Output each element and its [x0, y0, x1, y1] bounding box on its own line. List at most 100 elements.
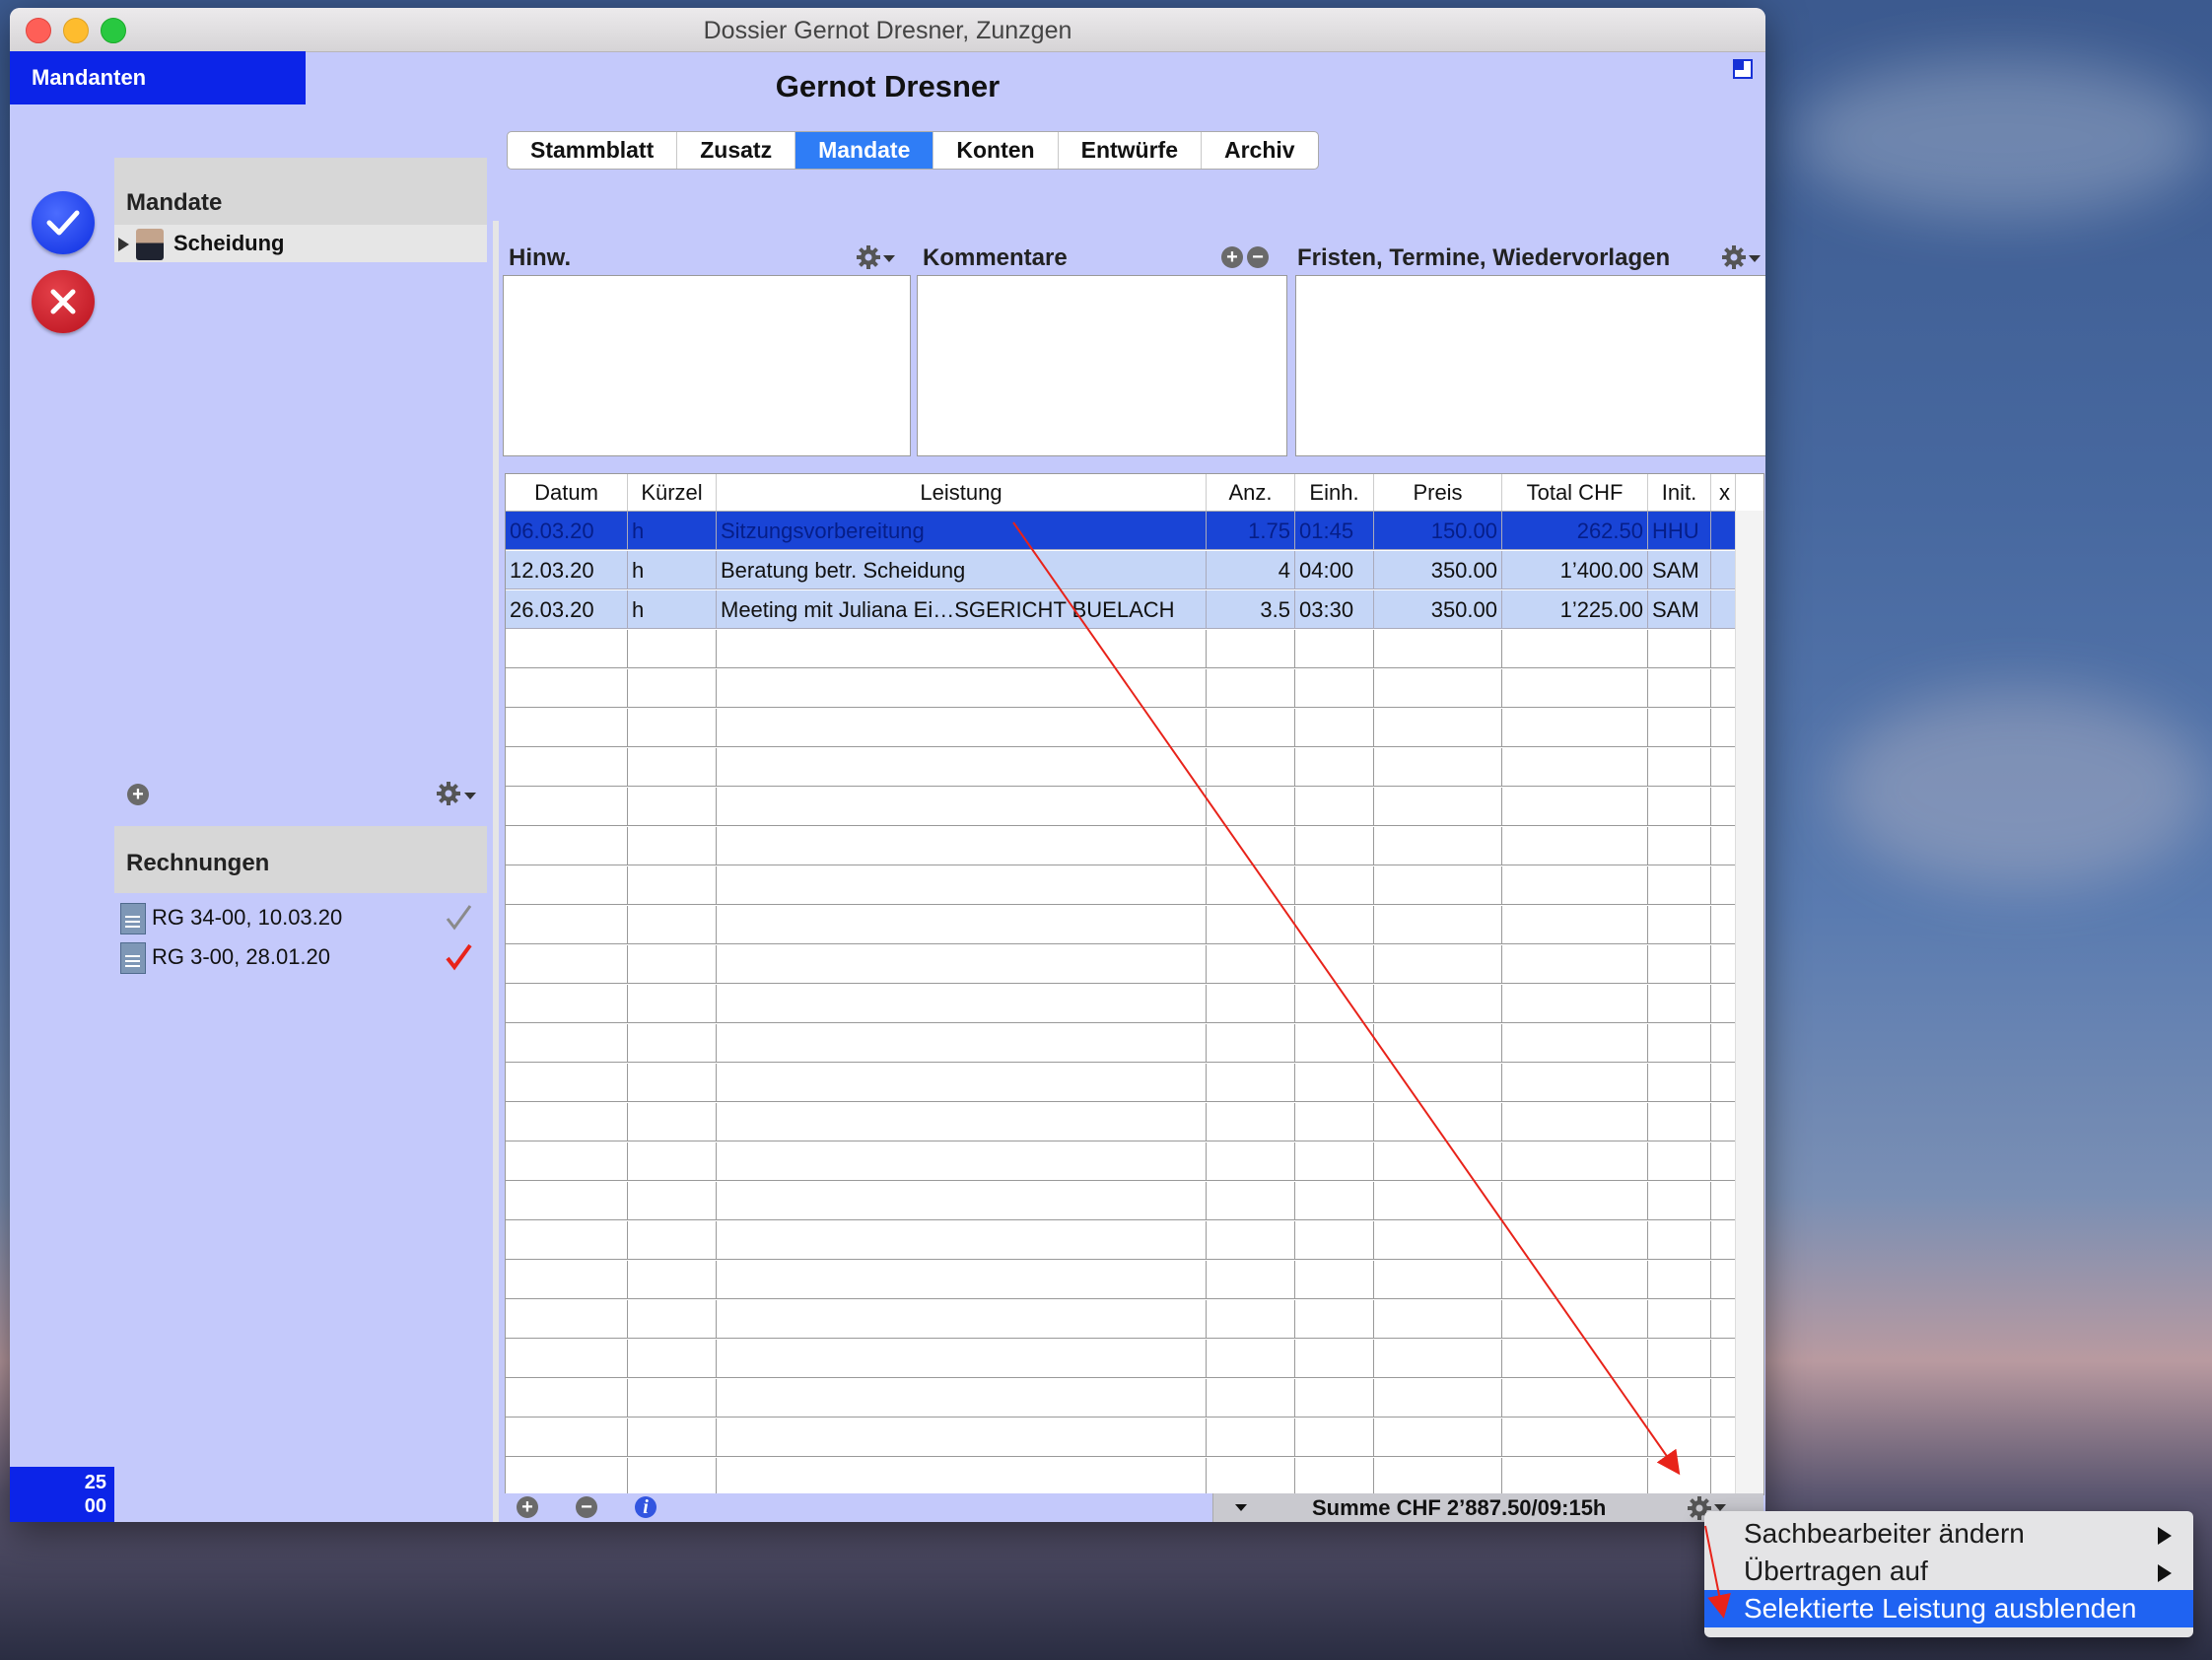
mandate-gear-icon[interactable]: [436, 781, 461, 806]
tab-mandate[interactable]: Mandate: [795, 132, 934, 169]
window-title: Dossier Gernot Dresner, Zunzgen: [703, 17, 1072, 44]
add-comment-button[interactable]: +: [1221, 246, 1243, 268]
column-header-total[interactable]: Total CHF: [1502, 474, 1648, 511]
fristen-title: Fristen, Termine, Wiedervorlagen: [1297, 244, 1671, 271]
hinw-textarea[interactable]: [503, 275, 911, 456]
empty-cell: [1295, 709, 1374, 747]
empty-cell: [628, 669, 717, 708]
cancel-button[interactable]: [32, 270, 95, 333]
empty-cell: [1648, 748, 1711, 787]
remove-comment-button[interactable]: −: [1247, 246, 1269, 268]
empty-cell: [1374, 1103, 1502, 1141]
empty-cell: [628, 788, 717, 826]
empty-cell: [1374, 985, 1502, 1023]
empty-cell: [506, 1024, 628, 1063]
empty-cell: [717, 788, 1207, 826]
remove-row-button[interactable]: −: [576, 1496, 597, 1518]
empty-cell: [717, 1379, 1207, 1418]
empty-table-row: [506, 669, 1741, 708]
empty-cell: [628, 1103, 717, 1141]
fristen-gear-icon[interactable]: [1721, 244, 1747, 270]
column-header-x[interactable]: x: [1711, 474, 1736, 511]
menu-item-selektierte-leistung-ausblenden[interactable]: Selektierte Leistung ausblenden: [1704, 1590, 2193, 1627]
context-menu: Sachbearbeiter ändern Übertragen auf Sel…: [1704, 1511, 2193, 1637]
empty-cell: [506, 1182, 628, 1220]
table-row[interactable]: 06.03.20 h Sitzungsvorbereitung 1.75 01:…: [506, 512, 1741, 550]
submenu-arrow-icon: [2158, 1527, 2172, 1545]
empty-cell: [1502, 1024, 1648, 1063]
menu-item-sachbearbeiter-aendern[interactable]: Sachbearbeiter ändern: [1704, 1515, 2193, 1553]
empty-cell: [506, 1064, 628, 1102]
document-icon: [120, 903, 146, 934]
table-row[interactable]: 12.03.20 h Beratung betr. Scheidung 4 04…: [506, 551, 1741, 589]
title-bar[interactable]: Dossier Gernot Dresner, Zunzgen: [10, 8, 1765, 52]
column-header-datum[interactable]: Datum: [506, 474, 628, 511]
empty-cell: [1207, 748, 1295, 787]
empty-cell: [1207, 1064, 1295, 1102]
submenu-arrow-icon: [2158, 1564, 2172, 1582]
empty-table-row: [506, 1418, 1741, 1457]
empty-table-row: [506, 630, 1741, 668]
empty-cell: [1648, 1261, 1711, 1299]
tab-entwuerfe[interactable]: Entwürfe: [1059, 132, 1202, 169]
column-header-preis[interactable]: Preis: [1374, 474, 1502, 511]
empty-cell: [1648, 1103, 1711, 1141]
invoice-item[interactable]: RG 3-00, 28.01.20: [114, 938, 487, 976]
splitter[interactable]: [493, 221, 499, 1522]
empty-cell: [1502, 1261, 1648, 1299]
empty-cell: [506, 1458, 628, 1494]
confirm-button[interactable]: [32, 191, 95, 254]
empty-table-row: [506, 906, 1741, 944]
empty-cell: [717, 985, 1207, 1023]
column-header-anz[interactable]: Anz.: [1207, 474, 1295, 511]
empty-cell: [1502, 630, 1648, 668]
tab-konten[interactable]: Konten: [933, 132, 1059, 169]
fristen-textarea[interactable]: [1295, 275, 1765, 456]
vertical-scrollbar[interactable]: [1735, 511, 1763, 1494]
mandate-title: Mandate: [126, 189, 223, 216]
tab-zusatz[interactable]: Zusatz: [677, 132, 796, 169]
hinw-gear-icon[interactable]: [856, 244, 881, 270]
sum-dropdown-icon[interactable]: [1235, 1504, 1247, 1511]
empty-cell: [506, 630, 628, 668]
disclosure-triangle-icon[interactable]: [118, 238, 129, 251]
empty-cell: [717, 1458, 1207, 1494]
tab-archiv[interactable]: Archiv: [1202, 132, 1318, 169]
invoice-item[interactable]: RG 34-00, 10.03.20: [114, 899, 487, 936]
empty-cell: [1648, 630, 1711, 668]
empty-cell: [506, 669, 628, 708]
chevron-down-icon: [883, 255, 895, 262]
chevron-down-icon: [464, 793, 476, 799]
table-row[interactable]: 26.03.20 h Meeting mit Juliana Ei…SGERIC…: [506, 590, 1741, 629]
empty-cell: [717, 1418, 1207, 1457]
empty-cell: [506, 1418, 628, 1457]
add-mandate-button[interactable]: +: [127, 784, 149, 805]
empty-cell: [1295, 1261, 1374, 1299]
empty-cell: [1502, 1458, 1648, 1494]
window-layout-icon[interactable]: [1733, 59, 1753, 79]
kommentare-textarea[interactable]: [917, 275, 1287, 456]
counter-badge: 25 00: [10, 1467, 114, 1522]
empty-cell: [628, 1340, 717, 1378]
hinw-title: Hinw.: [509, 244, 572, 271]
mandate-item-scheidung[interactable]: Scheidung: [114, 225, 487, 262]
empty-cell: [628, 1261, 717, 1299]
empty-cell: [506, 866, 628, 905]
empty-cell: [506, 1221, 628, 1260]
add-row-button[interactable]: +: [517, 1496, 538, 1518]
menu-item-uebertragen-auf[interactable]: Übertragen auf: [1704, 1553, 2193, 1590]
info-button[interactable]: i: [635, 1496, 657, 1518]
empty-table-row: [506, 827, 1741, 865]
empty-cell: [1374, 827, 1502, 865]
empty-cell: [628, 945, 717, 984]
empty-cell: [717, 1340, 1207, 1378]
tab-stammblatt[interactable]: Stammblatt: [508, 132, 678, 169]
column-header-einh[interactable]: Einh.: [1295, 474, 1374, 511]
column-header-kuerzel[interactable]: Kürzel: [628, 474, 717, 511]
empty-cell: [1207, 1379, 1295, 1418]
empty-cell: [1502, 906, 1648, 944]
column-header-leistung[interactable]: Leistung: [717, 474, 1207, 511]
empty-cell: [1207, 1261, 1295, 1299]
empty-cell: [717, 1300, 1207, 1339]
column-header-init[interactable]: Init.: [1648, 474, 1711, 511]
